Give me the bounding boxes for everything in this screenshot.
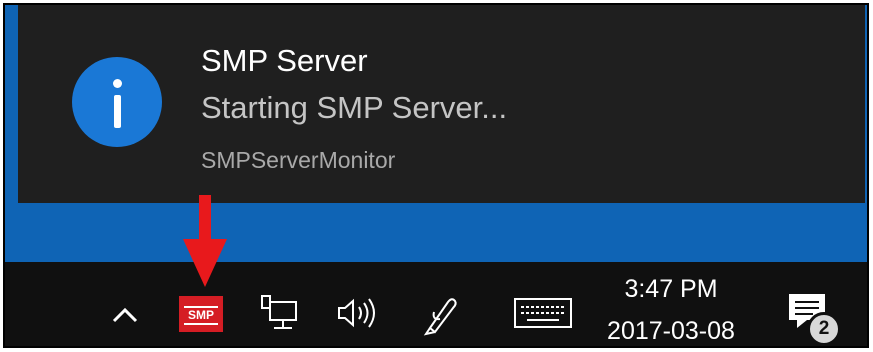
network-icon[interactable] [258,292,302,334]
clock-time: 3:47 PM [624,275,718,303]
pen-icon[interactable] [418,292,462,336]
notification-source-app: SMPServerMonitor [201,147,396,173]
toast-notification[interactable]: SMP Server Starting SMP Server... SMPSer… [18,5,865,203]
notifications-icon[interactable]: 2 [785,288,841,346]
screenshot-frame: SMP Server Starting SMP Server... SMPSer… [3,3,869,348]
smp-app-label: SMP [187,307,214,322]
taskbar-clock[interactable]: 3:47 PM 2017-03-08 [595,270,747,346]
clock-date: 2017-03-08 [607,317,735,345]
keyboard-icon[interactable] [513,296,573,330]
notification-count-badge: 2 [807,312,841,346]
chevron-up-icon[interactable] [108,300,142,330]
smp-app-icon[interactable]: SMP [179,296,223,332]
volume-icon[interactable] [333,295,383,331]
notification-title: SMP Server [201,43,368,78]
red-arrow-down-icon [183,195,227,287]
notification-message: Starting SMP Server... [201,90,508,125]
info-icon [72,57,162,147]
taskbar: SMP 3:47 PM 2017-03-08 2 [5,262,867,346]
